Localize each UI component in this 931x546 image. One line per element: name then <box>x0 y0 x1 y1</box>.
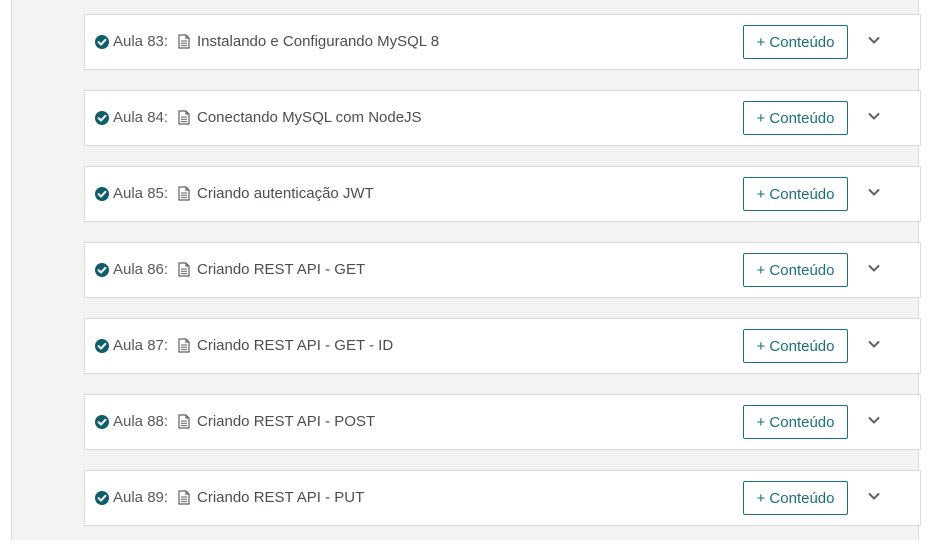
lesson-number: Aula 88: <box>113 413 169 430</box>
lesson-number: Aula 84: <box>113 109 169 126</box>
add-content-button[interactable]: + Conteúdo <box>743 329 848 363</box>
course-content-panel: Aula 83: Instalando e Configurando MySQL… <box>11 0 921 540</box>
chevron-down-icon[interactable] <box>868 112 880 121</box>
chevron-down-icon[interactable] <box>868 36 880 45</box>
document-icon <box>178 262 190 277</box>
document-icon <box>178 490 190 505</box>
add-content-button[interactable]: + Conteúdo <box>743 25 848 59</box>
lesson-list: Aula 83: Instalando e Configurando MySQL… <box>84 14 921 546</box>
lesson-number: Aula 85: <box>113 185 169 202</box>
add-content-button[interactable]: + Conteúdo <box>743 101 848 135</box>
lesson-row-87: Aula 87: Criando REST API - GET - ID + C… <box>84 318 921 374</box>
chevron-down-icon[interactable] <box>868 416 880 425</box>
check-circle-icon <box>95 491 109 505</box>
check-circle-icon <box>95 415 109 429</box>
document-icon <box>178 186 190 201</box>
lesson-row-83: Aula 83: Instalando e Configurando MySQL… <box>84 14 921 70</box>
lesson-row-86: Aula 86: Criando REST API - GET + Conteú… <box>84 242 921 298</box>
check-circle-icon <box>95 35 109 49</box>
chevron-down-icon[interactable] <box>868 340 880 349</box>
lesson-row-84: Aula 84: Conectando MySQL com NodeJS + C… <box>84 90 921 146</box>
chevron-down-icon[interactable] <box>868 492 880 501</box>
lesson-title[interactable]: Criando REST API - GET - ID <box>197 337 393 354</box>
lesson-title[interactable]: Criando REST API - POST <box>197 413 375 430</box>
lesson-number: Aula 83: <box>113 33 169 50</box>
add-content-button[interactable]: + Conteúdo <box>743 481 848 515</box>
document-icon <box>178 338 190 353</box>
check-circle-icon <box>95 111 109 125</box>
lesson-title[interactable]: Criando REST API - PUT <box>197 489 364 506</box>
add-content-button[interactable]: + Conteúdo <box>743 177 848 211</box>
chevron-down-icon[interactable] <box>868 264 880 273</box>
check-circle-icon <box>95 339 109 353</box>
check-circle-icon <box>95 263 109 277</box>
lesson-row-89: Aula 89: Criando REST API - PUT + Conteú… <box>84 470 921 526</box>
lesson-row-85: Aula 85: Criando autenticação JWT + Cont… <box>84 166 921 222</box>
lesson-number: Aula 87: <box>113 337 169 354</box>
lesson-title[interactable]: Conectando MySQL com NodeJS <box>197 109 422 126</box>
lesson-title[interactable]: Criando REST API - GET <box>197 261 365 278</box>
chevron-down-icon[interactable] <box>868 188 880 197</box>
lesson-number: Aula 86: <box>113 261 169 278</box>
document-icon <box>178 414 190 429</box>
lesson-title[interactable]: Instalando e Configurando MySQL 8 <box>197 33 439 50</box>
add-content-button[interactable]: + Conteúdo <box>743 253 848 287</box>
document-icon <box>178 34 190 49</box>
lesson-title[interactable]: Criando autenticação JWT <box>197 185 374 202</box>
lesson-number: Aula 89: <box>113 489 169 506</box>
lesson-row-88: Aula 88: Criando REST API - POST + Conte… <box>84 394 921 450</box>
document-icon <box>178 110 190 125</box>
add-content-button[interactable]: + Conteúdo <box>743 405 848 439</box>
check-circle-icon <box>95 187 109 201</box>
